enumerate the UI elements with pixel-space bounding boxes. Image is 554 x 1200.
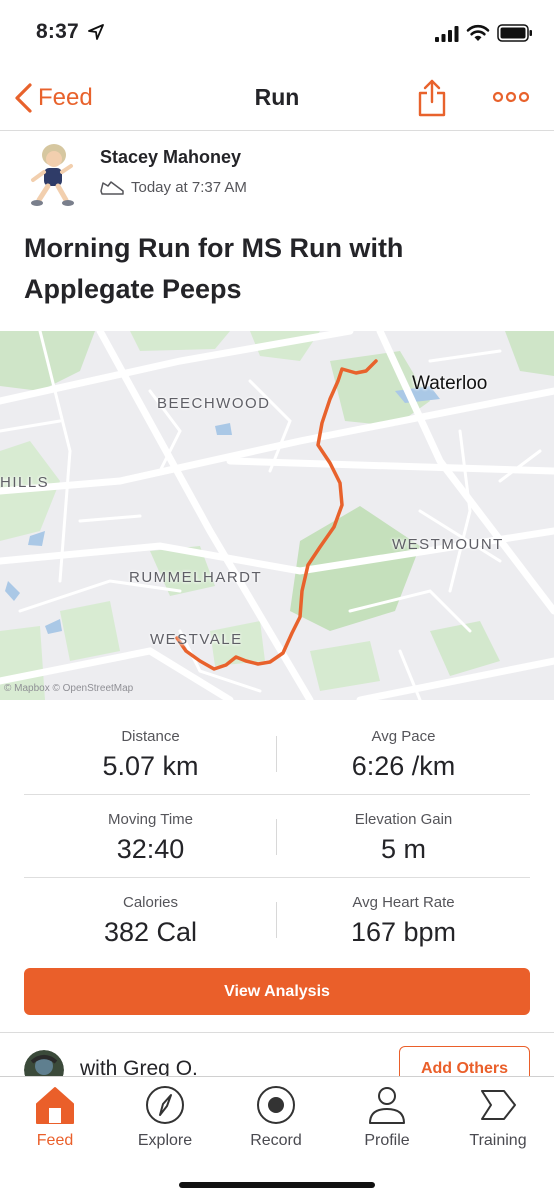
chevron-left-icon bbox=[15, 83, 32, 113]
stat-elevation-gain: Elevation Gain 5 m bbox=[277, 795, 530, 878]
stat-avg-pace: Avg Pace 6:26 /km bbox=[277, 712, 530, 795]
stat-value: 382 Cal bbox=[103, 917, 198, 947]
tab-label: Training bbox=[469, 1132, 527, 1149]
map-label-beechwood: BEECHWOOD bbox=[157, 395, 271, 412]
cell-signal-icon bbox=[435, 26, 459, 42]
back-button-label: Feed bbox=[38, 84, 93, 111]
status-bar: 8:37 bbox=[0, 0, 554, 66]
tab-profile[interactable]: Profile bbox=[332, 1077, 442, 1161]
battery-icon bbox=[497, 24, 532, 42]
compass-icon bbox=[146, 1086, 184, 1124]
activity-timestamp: Today at 7:37 AM bbox=[131, 179, 247, 196]
tab-label: Explore bbox=[137, 1132, 193, 1149]
share-icon[interactable] bbox=[416, 78, 448, 118]
stat-value: 5 m bbox=[380, 834, 426, 864]
stat-label: Elevation Gain bbox=[354, 811, 453, 828]
person-icon bbox=[369, 1087, 405, 1124]
activity-stats: Distance 5.07 km Avg Pace 6:26 /km Movin… bbox=[24, 712, 530, 961]
stat-row: Calories 382 Cal Avg Heart Rate 167 bpm bbox=[24, 878, 530, 961]
divider bbox=[0, 1032, 554, 1033]
stat-row: Moving Time 32:40 Elevation Gain 5 m bbox=[24, 795, 530, 878]
stat-calories: Calories 382 Cal bbox=[24, 878, 277, 961]
stat-value: 5.07 km bbox=[102, 751, 199, 781]
map-label-westvale: WESTVALE bbox=[150, 631, 243, 648]
stat-label: Moving Time bbox=[107, 811, 194, 828]
tab-label: Profile bbox=[364, 1132, 410, 1149]
map-city-label: Waterloo bbox=[412, 373, 488, 394]
stat-label: Avg Heart Rate bbox=[352, 894, 455, 911]
stat-label: Avg Pace bbox=[371, 728, 436, 745]
map-attribution: © Mapbox © OpenStreetMap bbox=[4, 683, 134, 694]
stat-distance: Distance 5.07 km bbox=[24, 712, 277, 795]
view-analysis-button[interactable]: View Analysis bbox=[24, 968, 530, 1015]
athlete-avatar[interactable] bbox=[22, 142, 82, 208]
home-icon bbox=[36, 1087, 74, 1124]
tab-record[interactable]: Record bbox=[221, 1077, 331, 1161]
stat-moving-time: Moving Time 32:40 bbox=[24, 795, 277, 878]
stat-label: Distance bbox=[121, 728, 180, 745]
more-options-icon[interactable] bbox=[492, 88, 530, 106]
home-indicator bbox=[179, 1182, 375, 1188]
tab-feed[interactable]: Feed bbox=[0, 1077, 110, 1161]
record-icon bbox=[257, 1086, 295, 1124]
stat-row: Distance 5.07 km Avg Pace 6:26 /km bbox=[24, 712, 530, 795]
nav-bar: Feed Run bbox=[0, 66, 554, 131]
status-time: 8:37 bbox=[36, 20, 79, 43]
back-button[interactable]: Feed bbox=[12, 80, 93, 116]
activity-title: Morning Run for MS Run with Applegate Pe… bbox=[24, 233, 404, 304]
tab-explore[interactable]: Explore bbox=[110, 1077, 220, 1161]
training-icon bbox=[481, 1090, 516, 1120]
route-map[interactable]: BEECHWOOD HILLS WESTMOUNT RUMMELHARDT WE… bbox=[0, 331, 554, 700]
stat-value: 6:26 /km bbox=[351, 751, 456, 781]
wifi-icon bbox=[466, 24, 490, 41]
location-arrow-icon bbox=[88, 24, 104, 40]
stat-label: Calories bbox=[122, 894, 179, 911]
tab-training[interactable]: Training bbox=[443, 1077, 553, 1161]
stat-avg-heart-rate: Avg Heart Rate 167 bpm bbox=[277, 878, 530, 961]
tab-label: Feed bbox=[36, 1132, 74, 1149]
map-label-hills: HILLS bbox=[0, 474, 50, 491]
stat-value: 32:40 bbox=[116, 834, 185, 864]
athlete-name[interactable]: Stacey Mahoney bbox=[100, 147, 241, 168]
shoe-icon bbox=[100, 181, 124, 195]
tab-label: Record bbox=[250, 1132, 302, 1149]
map-label-rummelhardt: RUMMELHARDT bbox=[129, 569, 263, 586]
map-label-westmount: WESTMOUNT bbox=[392, 536, 504, 553]
stat-value: 167 bpm bbox=[350, 917, 457, 947]
